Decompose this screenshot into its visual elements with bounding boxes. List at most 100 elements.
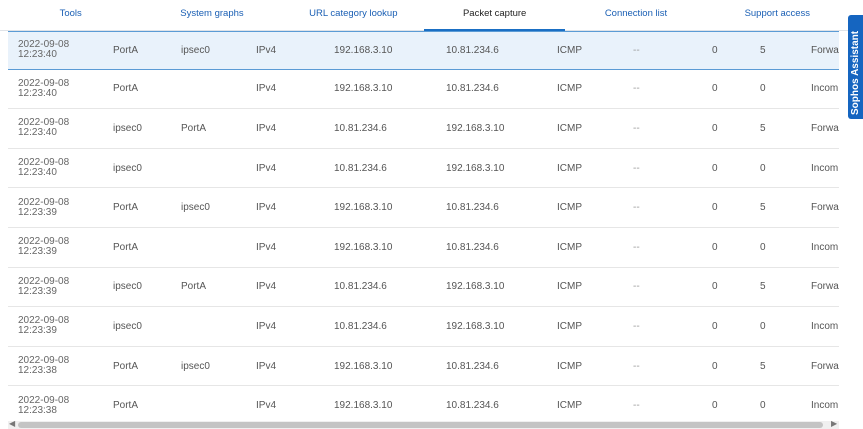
interface-in-cell: PortA — [113, 360, 139, 372]
timestamp-cell: 2022-09-08 12:23:39 — [18, 188, 98, 227]
tab-packet-capture[interactable]: Packet capture — [423, 0, 566, 31]
interface-in-cell: ipsec0 — [113, 122, 142, 134]
table-row[interactable]: 2022-09-08 12:23:38 PortA IPv4 192.168.3.10 1… — [8, 386, 839, 418]
timestamp-cell: 2022-09-08 12:23:38 — [18, 386, 98, 418]
action-cell: Incom — [811, 241, 839, 253]
table-row[interactable]: 2022-09-08 12:23:39 ipsec0 IPv4 10.81.234.6 1… — [8, 307, 839, 347]
empty-value-cell: -- — [633, 281, 640, 293]
time-text: 12:23:40 — [18, 87, 57, 99]
packet-capture-table: 2022-09-08 12:23:40 PortA ipsec0 IPv4 192.168… — [8, 31, 839, 418]
destination-ip-cell: 10.81.234.6 — [446, 400, 499, 412]
timestamp-cell: 2022-09-08 12:23:39 — [18, 228, 98, 267]
time-text: 12:23:38 — [18, 404, 57, 416]
tab-tools[interactable]: Tools — [0, 0, 141, 30]
count-cell: 5 — [760, 360, 766, 372]
tab-url-category-lookup[interactable]: URL category lookup — [283, 0, 424, 30]
table-row[interactable]: 2022-09-08 12:23:40 PortA IPv4 192.168.3.10 1… — [8, 70, 839, 110]
count-cell: 0 — [712, 83, 718, 95]
protocol-cell: ICMP — [557, 281, 582, 293]
scroll-left-arrow-icon[interactable]: ◀ — [9, 419, 15, 428]
count-cell: 0 — [712, 162, 718, 174]
time-text: 12:23:40 — [18, 167, 57, 179]
empty-value-cell: -- — [633, 360, 640, 372]
interface-out-cell — [181, 307, 241, 346]
action-cell: Forwar — [811, 281, 839, 293]
scroll-right-arrow-icon[interactable]: ▶ — [831, 419, 837, 428]
interface-in-cell: PortA — [113, 400, 139, 412]
destination-ip-cell: 10.81.234.6 — [446, 360, 499, 372]
horizontal-scrollbar[interactable]: ◀ ▶ — [8, 419, 839, 429]
count-cell: 5 — [760, 202, 766, 214]
interface-out-cell: PortA — [181, 281, 207, 293]
table-row[interactable]: 2022-09-08 12:23:40 ipsec0 IPv4 10.81.234.6 1… — [8, 149, 839, 189]
action-cell: Forwar — [811, 44, 839, 56]
destination-ip-cell: 10.81.234.6 — [446, 44, 499, 56]
tab-bar: Tools System graphs URL category lookup … — [0, 0, 848, 31]
ether-type-cell: IPv4 — [256, 400, 277, 412]
protocol-cell: ICMP — [557, 44, 582, 56]
empty-value-cell: -- — [633, 202, 640, 214]
destination-ip-cell: 192.168.3.10 — [446, 162, 505, 174]
source-ip-cell: 192.168.3.10 — [334, 202, 393, 214]
count-cell: 0 — [712, 320, 718, 332]
table-row[interactable]: 2022-09-08 12:23:40 PortA ipsec0 IPv4 192.168… — [8, 31, 839, 70]
interface-in-cell: PortA — [113, 202, 139, 214]
protocol-cell: ICMP — [557, 241, 582, 253]
source-ip-cell: 10.81.234.6 — [334, 281, 387, 293]
interface-in-cell: PortA — [113, 44, 139, 56]
source-ip-cell: 192.168.3.10 — [334, 400, 393, 412]
ether-type-cell: IPv4 — [256, 83, 277, 95]
count-cell: 0 — [760, 320, 766, 332]
table-row[interactable]: 2022-09-08 12:23:38 PortA ipsec0 IPv4 192.168… — [8, 347, 839, 387]
action-cell: Incom — [811, 320, 839, 332]
tab-support-access[interactable]: Support access — [707, 0, 848, 30]
source-ip-cell: 192.168.3.10 — [334, 241, 393, 253]
destination-ip-cell: 192.168.3.10 — [446, 320, 505, 332]
ether-type-cell: IPv4 — [256, 360, 277, 372]
protocol-cell: ICMP — [557, 400, 582, 412]
timestamp-cell: 2022-09-08 12:23:40 — [18, 70, 98, 109]
empty-value-cell: -- — [633, 320, 640, 332]
time-text: 12:23:40 — [18, 127, 57, 139]
count-cell: 0 — [712, 122, 718, 134]
ether-type-cell: IPv4 — [256, 320, 277, 332]
count-cell: 5 — [760, 44, 766, 56]
protocol-cell: ICMP — [557, 122, 582, 134]
count-cell: 0 — [712, 241, 718, 253]
source-ip-cell: 192.168.3.10 — [334, 44, 393, 56]
source-ip-cell: 10.81.234.6 — [334, 122, 387, 134]
interface-in-cell: PortA — [113, 241, 139, 253]
count-cell: 0 — [760, 83, 766, 95]
table-row[interactable]: 2022-09-08 12:23:39 PortA IPv4 192.168.3.10 1… — [8, 228, 839, 268]
table-row[interactable]: 2022-09-08 12:23:40 ipsec0 PortA IPv4 10.81.2… — [8, 109, 839, 149]
interface-out-cell — [181, 228, 241, 267]
protocol-cell: ICMP — [557, 162, 582, 174]
empty-value-cell: -- — [633, 162, 640, 174]
interface-out-cell: PortA — [181, 122, 207, 134]
timestamp-cell: 2022-09-08 12:23:40 — [18, 149, 98, 188]
count-cell: 0 — [760, 241, 766, 253]
table-row[interactable]: 2022-09-08 12:23:39 PortA ipsec0 IPv4 192.168… — [8, 188, 839, 228]
destination-ip-cell: 10.81.234.6 — [446, 241, 499, 253]
destination-ip-cell: 192.168.3.10 — [446, 281, 505, 293]
tab-connection-list[interactable]: Connection list — [565, 0, 706, 30]
empty-value-cell: -- — [633, 400, 640, 412]
destination-ip-cell: 192.168.3.10 — [446, 122, 505, 134]
time-text: 12:23:39 — [18, 285, 57, 297]
interface-out-cell: ipsec0 — [181, 202, 210, 214]
empty-value-cell: -- — [633, 44, 640, 56]
timestamp-cell: 2022-09-08 12:23:38 — [18, 347, 98, 386]
count-cell: 5 — [760, 281, 766, 293]
sophos-assistant-button[interactable]: Sophos Assistant — [848, 15, 863, 119]
timestamp-cell: 2022-09-08 12:23:40 — [18, 109, 98, 148]
empty-value-cell: -- — [633, 241, 640, 253]
timestamp-cell: 2022-09-08 12:23:40 — [18, 32, 98, 69]
count-cell: 0 — [712, 360, 718, 372]
scrollbar-thumb[interactable] — [18, 422, 823, 428]
destination-ip-cell: 10.81.234.6 — [446, 202, 499, 214]
count-cell: 0 — [712, 281, 718, 293]
table-row[interactable]: 2022-09-08 12:23:39 ipsec0 PortA IPv4 10.81.2… — [8, 268, 839, 308]
interface-out-cell — [181, 149, 241, 188]
tab-system-graphs[interactable]: System graphs — [141, 0, 282, 30]
protocol-cell: ICMP — [557, 320, 582, 332]
